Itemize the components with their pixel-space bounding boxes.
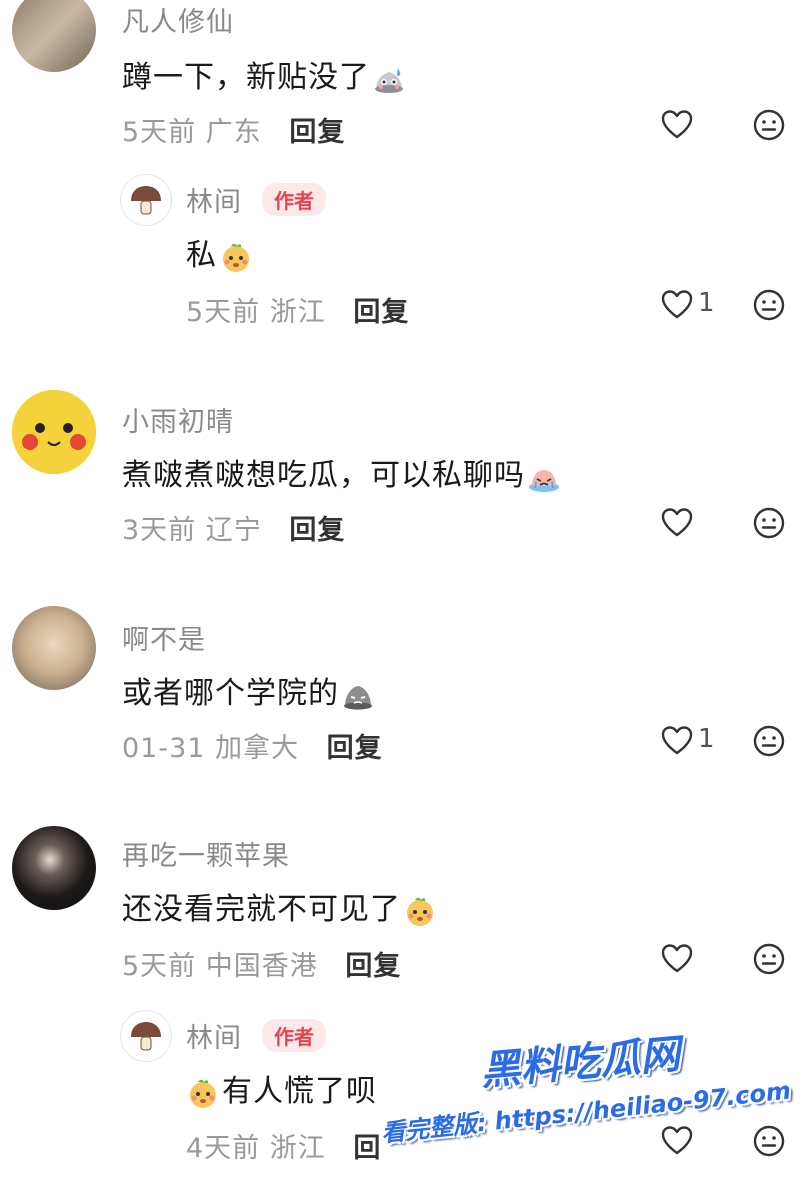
avatar[interactable] xyxy=(120,174,172,226)
emoji-icon xyxy=(223,243,249,272)
avatar[interactable] xyxy=(12,606,96,690)
avatar[interactable] xyxy=(12,390,96,474)
mushroom-icon xyxy=(131,1022,161,1051)
neutral-face-icon[interactable] xyxy=(752,942,786,976)
reply-button[interactable]: 回复 xyxy=(327,733,383,764)
heart-outline-icon[interactable] xyxy=(660,942,694,976)
reply-time: 4天前 xyxy=(186,1133,261,1164)
heart-outline-icon[interactable] xyxy=(660,724,694,758)
neutral-face-icon[interactable] xyxy=(752,108,786,142)
reply-username[interactable]: 林间 xyxy=(186,1016,242,1055)
comment-username[interactable]: 小雨初晴 xyxy=(122,400,234,439)
author-badge: 作者 xyxy=(262,1019,326,1052)
heart-outline-icon[interactable] xyxy=(660,108,694,142)
emoji-icon xyxy=(344,685,372,709)
reply-button[interactable]: 回复 xyxy=(289,117,345,148)
comment-location: 辽宁 xyxy=(205,515,262,546)
avatar[interactable] xyxy=(120,1010,172,1062)
comment-meta: 01-31 加拿大 回复 xyxy=(122,726,383,765)
comment-username[interactable]: 再吃一颗苹果 xyxy=(122,834,290,873)
comment-time: 5天前 xyxy=(122,951,197,982)
emoji-icon xyxy=(529,469,559,492)
reply-button[interactable]: 回复 xyxy=(353,297,409,328)
reply-time: 5天前 xyxy=(186,297,261,328)
comment-text: 或者哪个学院的 xyxy=(122,668,375,712)
reply-button[interactable]: 回复 xyxy=(289,515,345,546)
reply-location: 浙江 xyxy=(269,297,326,328)
comment-username[interactable]: 啊不是 xyxy=(122,618,206,657)
comment-time: 01-31 xyxy=(122,733,206,764)
like-count: 1 xyxy=(698,288,715,318)
mushroom-icon xyxy=(131,186,161,215)
comment-text: 煮啵煮啵想吃瓜，可以私聊吗 xyxy=(122,450,561,494)
reply-username[interactable]: 林间 xyxy=(186,180,242,219)
comment-location: 广东 xyxy=(205,117,262,148)
reply-button[interactable]: 回 xyxy=(353,1133,381,1164)
comment-meta: 5天前 中国香港 回复 xyxy=(122,944,401,983)
comment-location: 加拿大 xyxy=(215,733,300,764)
avatar[interactable] xyxy=(12,0,96,72)
comment-username[interactable]: 凡人修仙 xyxy=(122,0,234,39)
neutral-face-icon[interactable] xyxy=(752,506,786,540)
reply-text: 私 xyxy=(186,230,253,274)
emoji-icon xyxy=(375,67,403,93)
heart-outline-icon[interactable] xyxy=(660,506,694,540)
like-count: 1 xyxy=(698,724,715,754)
comment-meta: 3天前 辽宁 回复 xyxy=(122,508,345,547)
reply-meta: 5天前 浙江 回复 xyxy=(186,290,409,329)
heart-outline-icon[interactable] xyxy=(660,288,694,322)
emoji-icon xyxy=(407,897,433,926)
heart-outline-icon[interactable] xyxy=(660,1124,694,1158)
pikachu-avatar-icon xyxy=(12,390,96,474)
emoji-icon xyxy=(190,1079,216,1108)
author-badge: 作者 xyxy=(262,183,326,216)
comment-location: 中国香港 xyxy=(205,951,318,982)
comment-text: 还没看完就不可见了 xyxy=(122,884,437,928)
neutral-face-icon[interactable] xyxy=(752,1124,786,1158)
comment-time: 3天前 xyxy=(122,515,197,546)
comment-time: 5天前 xyxy=(122,117,197,148)
reply-meta: 4天前 浙江 回 xyxy=(186,1126,381,1165)
reply-text: 有人慌了呗 xyxy=(186,1066,377,1110)
avatar[interactable] xyxy=(12,826,96,910)
neutral-face-icon[interactable] xyxy=(752,724,786,758)
comment-text: 蹲一下，新贴没了 xyxy=(122,52,406,96)
neutral-face-icon[interactable] xyxy=(752,288,786,322)
comment-meta: 5天前 广东 回复 xyxy=(122,110,345,149)
reply-button[interactable]: 回复 xyxy=(345,951,401,982)
reply-location: 浙江 xyxy=(269,1133,326,1164)
